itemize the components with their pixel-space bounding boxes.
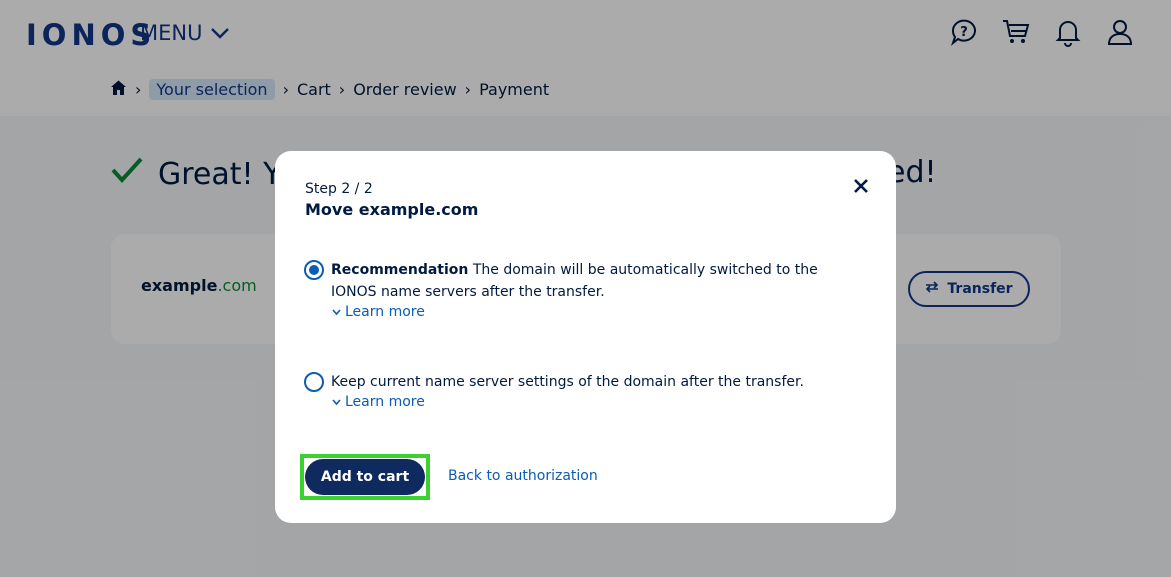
learn-more-link[interactable]: Learn more [332, 394, 425, 410]
step-indicator: Step 2 / 2 [305, 181, 373, 197]
option-keep-text: Keep current name server settings of the… [331, 374, 804, 390]
learn-more-label: Learn more [345, 394, 425, 410]
learn-more-link[interactable]: Learn more [332, 304, 425, 320]
chevron-down-icon [332, 394, 341, 410]
add-to-cart-button[interactable]: Add to cart [305, 459, 425, 495]
back-to-authorization-link[interactable]: Back to authorization [448, 468, 598, 484]
radio-keep-nameservers[interactable] [304, 372, 324, 392]
chevron-down-icon [332, 304, 341, 320]
transfer-modal: Step 2 / 2 Move example.com Recommendati… [275, 151, 896, 523]
option-recommendation-text: Recommendation The domain will be automa… [331, 259, 841, 303]
close-icon[interactable] [850, 175, 872, 197]
option-recommendation-bold: Recommendation [331, 262, 469, 278]
modal-title: Move example.com [305, 200, 479, 219]
radio-recommendation[interactable] [304, 260, 324, 280]
learn-more-label: Learn more [345, 304, 425, 320]
